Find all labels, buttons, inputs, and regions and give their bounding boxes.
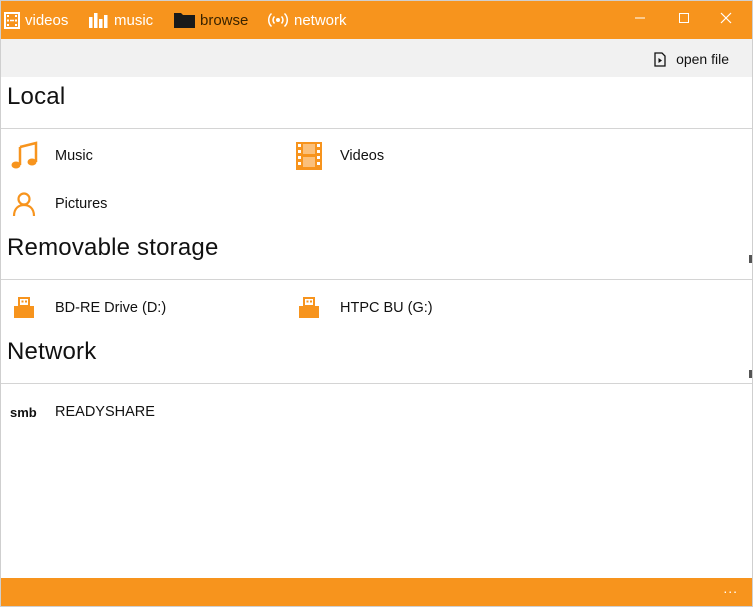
nav-tab-label: network [294, 11, 347, 29]
nav-tab-browse[interactable]: browse [174, 1, 248, 39]
scrollbar-tick [749, 370, 752, 378]
maximize-button[interactable] [662, 1, 706, 35]
file-play-icon [654, 51, 666, 67]
film-icon [4, 11, 20, 29]
command-bar: open file [1, 39, 752, 77]
close-icon [720, 12, 732, 24]
list-item-label: READYSHARE [55, 404, 155, 420]
bottom-app-bar: ... [1, 578, 752, 606]
list-item-htpc-bu[interactable]: HTPC BU (G:) [292, 290, 433, 326]
list-item-label: Videos [340, 148, 385, 164]
section-title-network: Network [7, 338, 97, 365]
list-item-videos[interactable]: Videos [292, 138, 384, 174]
divider [1, 383, 752, 384]
minimize-button[interactable] [618, 1, 662, 35]
person-icon [7, 187, 41, 221]
list-item-pictures[interactable]: Pictures [7, 186, 107, 222]
list-item-bd-re-drive[interactable]: BD-RE Drive (D:) [7, 290, 166, 326]
top-nav-bar: videos music browse network [1, 1, 752, 39]
app-window: videos music browse network open file Lo… [0, 0, 753, 607]
smb-badge: smb [10, 404, 37, 420]
divider [1, 128, 752, 129]
scrollbar-tick [749, 255, 752, 263]
nav-tab-music[interactable]: music [89, 1, 153, 39]
list-item-music[interactable]: Music [7, 138, 93, 174]
section-title-removable-storage: Removable storage [7, 234, 219, 261]
list-item-label: BD-RE Drive (D:) [55, 300, 167, 316]
nav-tab-label: videos [25, 11, 69, 29]
list-item-label: HTPC BU (G:) [340, 300, 433, 316]
more-button[interactable]: ... [723, 580, 738, 596]
usb-drive-icon [7, 291, 41, 325]
maximize-icon [679, 13, 689, 23]
nav-tab-label: music [114, 11, 154, 29]
close-button[interactable] [704, 1, 748, 35]
open-file-button[interactable]: open file [654, 49, 729, 69]
nav-tab-videos[interactable]: videos [4, 1, 68, 39]
nav-tab-label: browse [200, 11, 249, 29]
nav-tab-network[interactable]: network [267, 1, 347, 39]
usb-drive-icon [292, 291, 326, 325]
section-title-local: Local [7, 83, 66, 110]
equalizer-icon [89, 12, 109, 28]
divider [1, 279, 752, 280]
open-file-label: open file [676, 51, 729, 67]
list-item-label: Music [55, 148, 93, 164]
folder-icon [174, 12, 195, 28]
music-note-icon [7, 139, 41, 173]
broadcast-icon [267, 12, 289, 28]
film-strip-icon [292, 139, 326, 173]
list-item-readyshare[interactable]: smb READYSHARE [9, 394, 155, 430]
minimize-icon [635, 17, 645, 19]
list-item-label: Pictures [55, 196, 108, 212]
